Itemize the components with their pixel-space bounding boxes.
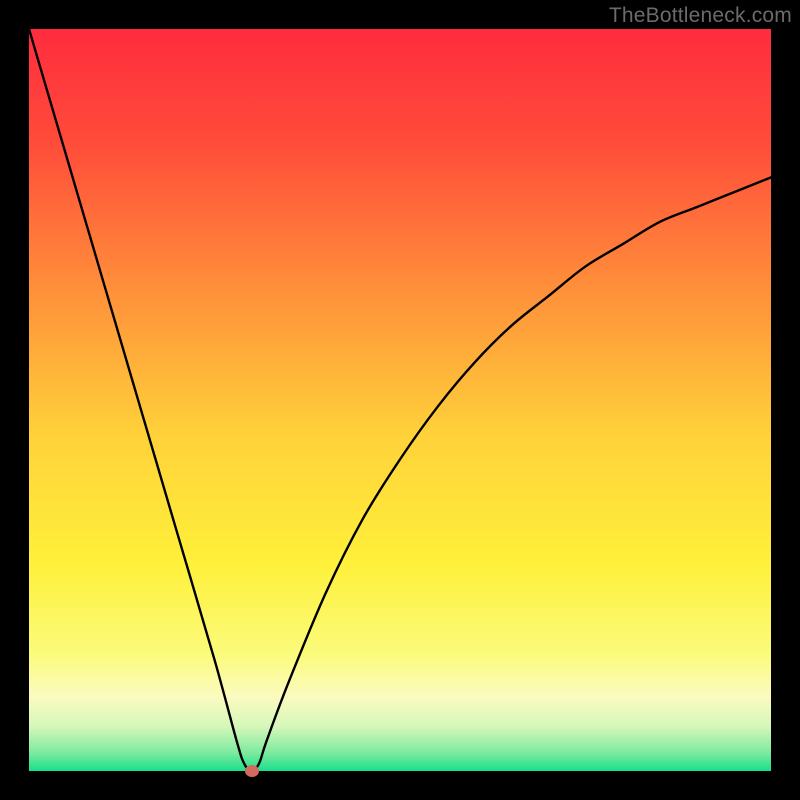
chart-background-gradient xyxy=(29,29,771,771)
optimum-marker-icon xyxy=(245,765,259,777)
chart-frame: TheBottleneck.com xyxy=(0,0,800,800)
chart-plot-area xyxy=(29,29,771,771)
bottleneck-curve-line xyxy=(29,29,771,771)
watermark-text: TheBottleneck.com xyxy=(609,4,792,28)
